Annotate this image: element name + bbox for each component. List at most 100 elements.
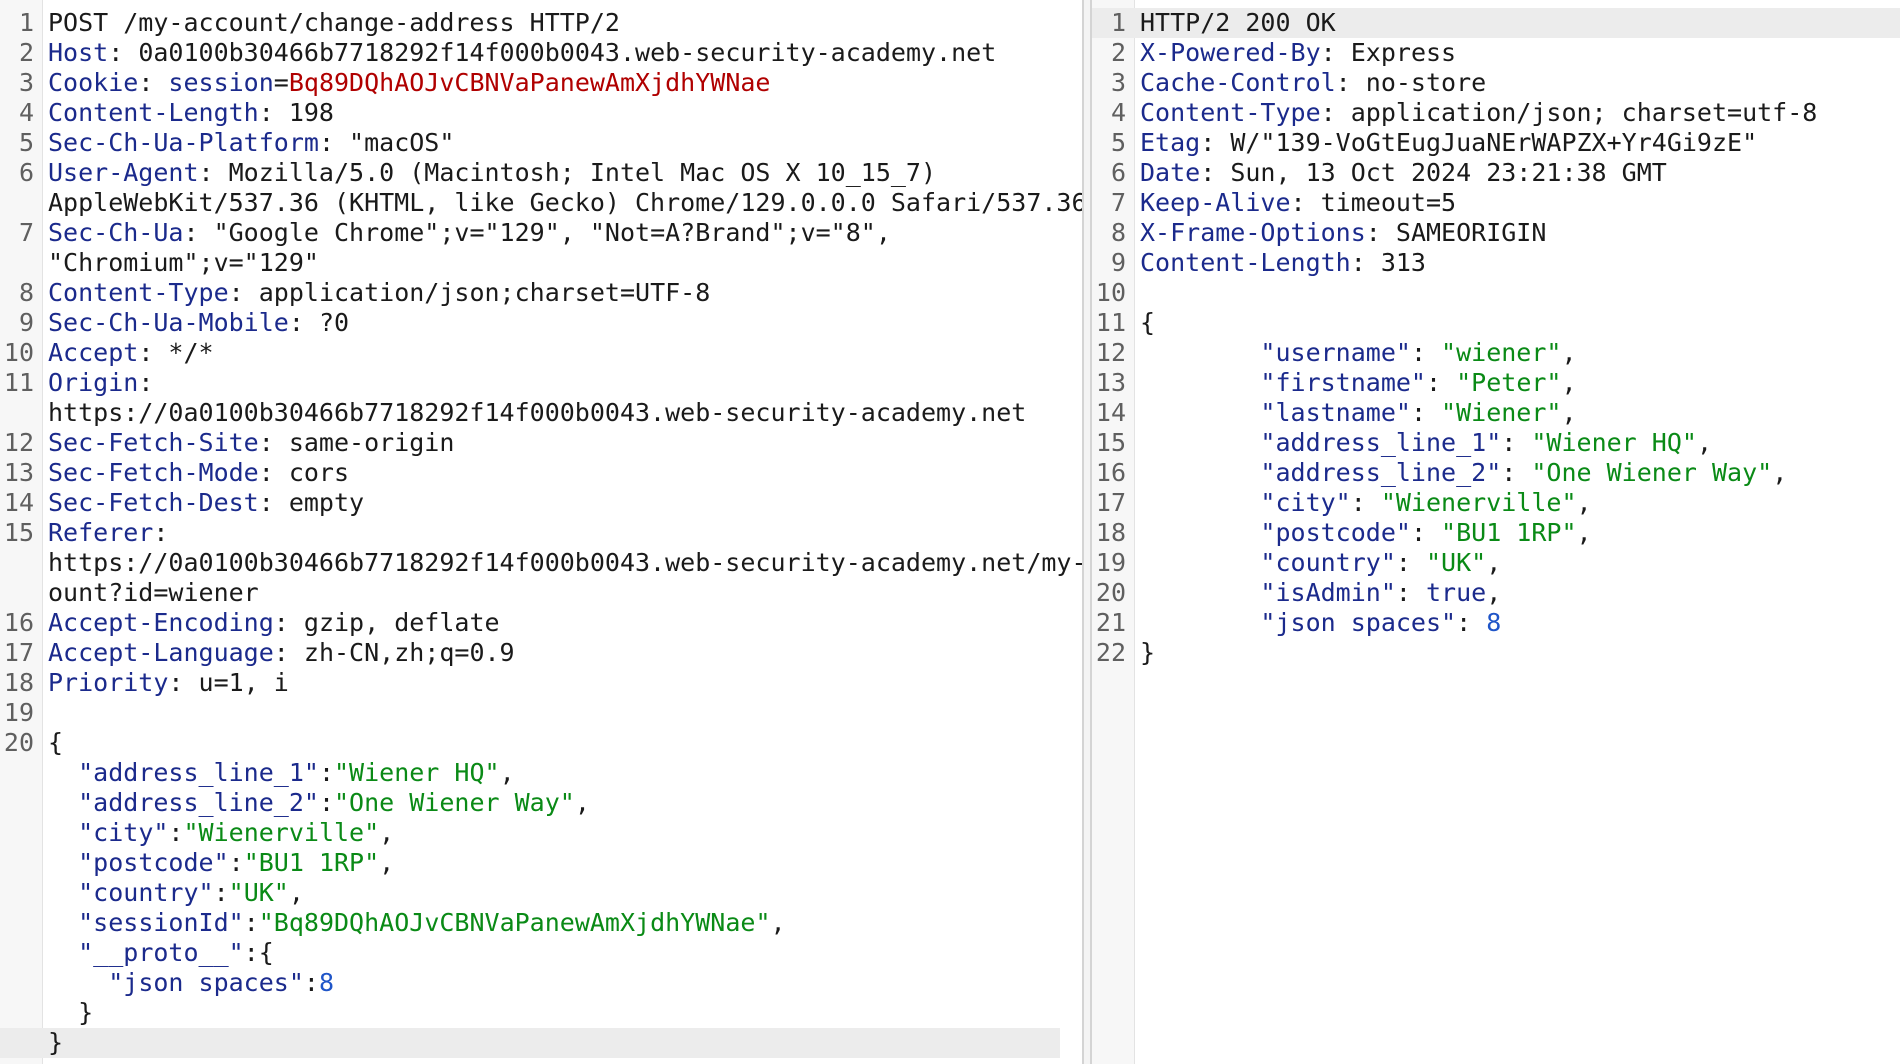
body-field-postcode: 18 "postcode": "BU1 1RP", [1092, 518, 1900, 548]
line-number: 1 [1110, 8, 1126, 37]
header-fetch-dest: 14 Sec-Fetch-Dest: empty [0, 488, 1082, 518]
line-number: 16 [3, 608, 34, 637]
body-field-json-spaces: 21 "json spaces": 8 [1092, 608, 1900, 638]
header-value: application/json;charset=UTF-8 [258, 278, 711, 307]
header-value-wrapped: "Chromium";v="129" [48, 248, 319, 277]
line-number: 22 [1095, 638, 1126, 667]
json-string: "UK" [228, 878, 289, 907]
body-proto-close-brace: } [48, 998, 94, 1027]
header-value: "Google Chrome";v="129", "Not=A?Brand";v… [213, 218, 891, 247]
header-value: 0a0100b30466b7718292f14f000b0043.web-sec… [138, 38, 997, 67]
line-number: 13 [1095, 368, 1126, 397]
line-number: 9 [18, 308, 34, 337]
response-viewer[interactable]: 1 HTTP/2 200 OK 2 X-Powered-By: Express … [1092, 0, 1900, 1064]
line-number: 2 [1110, 38, 1126, 67]
header-value: 198 [288, 98, 334, 127]
line-number: 10 [3, 338, 34, 367]
header-name: Sec-Fetch-Site [48, 428, 259, 457]
body-field-address-line-1: 15 "address_line_1": "Wiener HQ", [1092, 428, 1900, 458]
json-string: "Wiener HQ" [334, 758, 500, 787]
header-content-type: 8 Content-Type: application/json;charset… [0, 278, 1082, 308]
header-keep-alive: 7 Keep-Alive: timeout=5 [1092, 188, 1900, 218]
json-key: "lastname" [1260, 398, 1411, 427]
json-key: "__proto__" [78, 938, 244, 967]
json-string: "Wiener" [1441, 398, 1562, 427]
json-string: "Peter" [1456, 368, 1562, 397]
body-field-city: "city":"Wienerville", [78, 818, 395, 847]
header-powered-by: 2 X-Powered-By: Express [1092, 38, 1900, 68]
line-number: 14 [3, 488, 34, 517]
pane-splitter[interactable] [1082, 0, 1092, 1064]
header-fetch-site: 12 Sec-Fetch-Site: same-origin [0, 428, 1082, 458]
body-field-lastname: 14 "lastname": "Wiener", [1092, 398, 1900, 428]
header-name: Cache-Control [1140, 68, 1336, 97]
header-sec-ch-ua-cont: "Chromium";v="129" [0, 248, 1082, 278]
cookie-value: Bq89DQhAOJvCBNVaPanewAmXjdhYWNae [288, 68, 771, 97]
header-accept-encoding: 16 Accept-Encoding: gzip, deflate [0, 608, 1082, 638]
json-string: "UK" [1426, 548, 1487, 577]
blank-line: 10 [1092, 278, 1900, 308]
header-value: Express [1350, 38, 1457, 67]
line-number: 19 [3, 698, 34, 727]
header-value: empty [288, 488, 365, 517]
header-user-agent-cont: AppleWebKit/537.36 (KHTML, like Gecko) C… [0, 188, 1082, 218]
json-key: "username" [1260, 338, 1411, 367]
line-number: 12 [1095, 338, 1126, 367]
header-value: "macOS" [349, 128, 455, 157]
status-line-text: HTTP/2 200 OK [1140, 8, 1336, 37]
request-editor[interactable]: 1 POST /my-account/change-address HTTP/2… [0, 0, 1082, 1064]
line-number: 7 [1110, 188, 1126, 217]
header-value: same-origin [288, 428, 455, 457]
line-number: 6 [18, 158, 34, 187]
body-field-json-spaces: "json spaces":8 [108, 968, 335, 997]
header-value: application/json; charset=utf-8 [1350, 98, 1818, 127]
body-field-address-line-2: 16 "address_line_2": "One Wiener Way", [1092, 458, 1900, 488]
line-number: 4 [1110, 98, 1126, 127]
header-frame-options: 8 X-Frame-Options: SAMEORIGIN [1092, 218, 1900, 248]
header-name: X-Powered-By [1140, 38, 1321, 67]
line-number: 6 [1110, 158, 1126, 187]
line-number: 8 [18, 278, 34, 307]
line-number: 20 [1095, 578, 1126, 607]
line-number: 9 [1110, 248, 1126, 277]
body-field-country: "country":"UK", [78, 878, 304, 907]
header-content-length: 4 Content-Length: 198 [0, 98, 1082, 128]
line-number: 12 [3, 428, 34, 457]
line-number: 7 [18, 218, 34, 247]
request-code[interactable]: 1 POST /my-account/change-address HTTP/2… [0, 8, 1082, 1058]
status-line: 1 HTTP/2 200 OK [1092, 8, 1900, 38]
header-name: Etag [1140, 128, 1201, 157]
json-key: "postcode" [1260, 518, 1411, 547]
response-code[interactable]: 1 HTTP/2 200 OK 2 X-Powered-By: Express … [1092, 8, 1900, 668]
request-line-text: POST /my-account/change-address HTTP/2 [48, 8, 620, 37]
json-string: "Bq89DQhAOJvCBNVaPanewAmXjdhYWNae" [258, 908, 771, 937]
header-fetch-mode: 13 Sec-Fetch-Mode: cors [0, 458, 1082, 488]
line-number: 17 [3, 638, 34, 667]
header-accept: 10 Accept: */* [0, 338, 1082, 368]
json-key: "city" [1260, 488, 1351, 517]
header-name: User-Agent [48, 158, 199, 187]
line-number: 1 [18, 8, 34, 37]
header-value: Sun, 13 Oct 2024 23:21:38 GMT [1230, 158, 1667, 187]
json-string: "wiener" [1441, 338, 1562, 367]
header-name: Accept [48, 338, 139, 367]
header-name: Host [48, 38, 109, 67]
header-referer: 15 Referer: [0, 518, 1082, 548]
body-open-brace: 20 { [0, 728, 1082, 758]
body-field-proto: "__proto__":{ [78, 938, 274, 967]
line-number: 10 [1095, 278, 1126, 307]
json-string: "Wiener HQ" [1531, 428, 1697, 457]
json-string: "One Wiener Way" [1531, 458, 1773, 487]
json-key: "postcode" [78, 848, 229, 877]
json-key: "json spaces" [108, 968, 304, 997]
json-key: "address_line_2" [1260, 458, 1502, 487]
blank-line: 19 [0, 698, 1082, 728]
line-number: 3 [18, 68, 34, 97]
body-field-country: 19 "country": "UK", [1092, 548, 1900, 578]
header-name: Sec-Fetch-Dest [48, 488, 259, 517]
json-key: "json spaces" [1260, 608, 1457, 637]
line-number: 16 [1095, 458, 1126, 487]
json-key: "address_line_1" [1260, 428, 1502, 457]
header-name: Referer [48, 518, 154, 547]
json-boolean: true [1426, 578, 1487, 607]
